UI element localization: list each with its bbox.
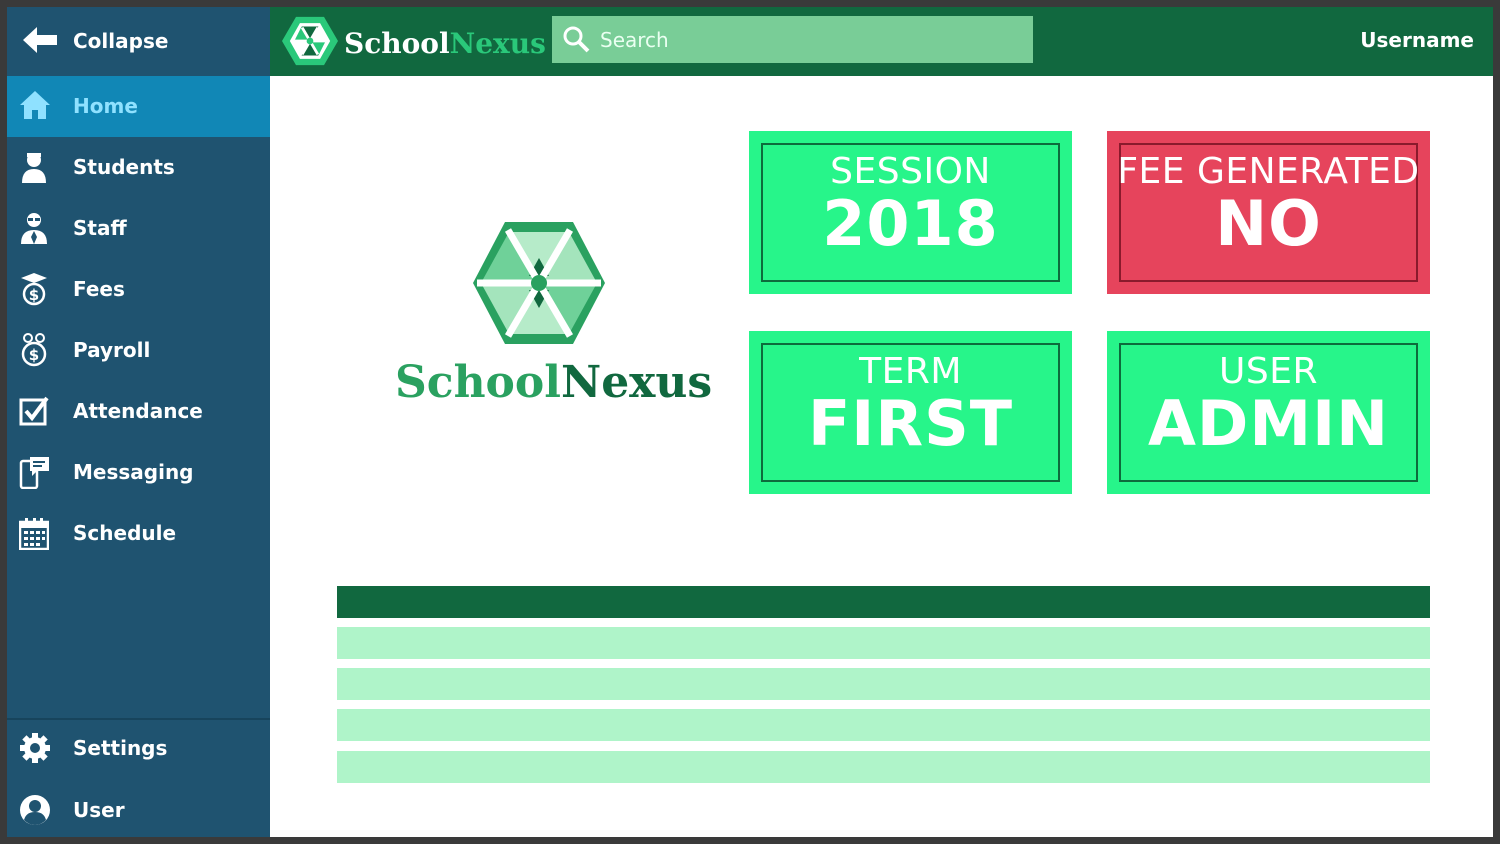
svg-text:$: $ [29, 286, 39, 304]
sidebar-item-messaging[interactable]: Messaging [7, 442, 270, 503]
sidebar-item-attendance[interactable]: Attendance [7, 381, 270, 442]
collapse-label: Collapse [73, 29, 169, 53]
fee-generated-card[interactable]: FEE GENERATED NO [1107, 131, 1430, 294]
table-row[interactable] [337, 627, 1430, 659]
top-bar: SchoolNexus Username [270, 7, 1493, 76]
sidebar-item-label: Students [73, 155, 175, 179]
card-label: FEE GENERATED [1117, 151, 1420, 192]
table-row[interactable] [337, 709, 1430, 741]
sidebar-item-label: Payroll [73, 338, 151, 362]
home-icon [19, 89, 50, 123]
card-value: NO [1215, 187, 1322, 260]
payroll-icon: $ [19, 333, 49, 367]
sidebar: Collapse Home Students Staff $ Fees $ Pa… [7, 7, 270, 837]
arrow-left-icon [23, 27, 59, 57]
sidebar-item-label: Staff [73, 216, 127, 240]
search-bar[interactable] [552, 16, 1033, 63]
sidebar-item-label: Home [73, 94, 138, 118]
sidebar-item-payroll[interactable]: $ Payroll [7, 320, 270, 381]
sidebar-item-label: Attendance [73, 399, 203, 423]
sidebar-item-settings[interactable]: Settings [7, 718, 270, 779]
table-header [337, 586, 1430, 618]
sidebar-item-label: Settings [73, 736, 168, 760]
card-value: ADMIN [1147, 387, 1390, 460]
sidebar-item-label: Fees [73, 277, 125, 301]
brand-logo[interactable]: SchoolNexus [282, 13, 546, 73]
logo-name-nexus: Nexus [560, 357, 713, 408]
search-icon [562, 25, 590, 57]
brand-name-school: School [344, 26, 450, 60]
username-menu[interactable]: Username [1360, 28, 1474, 52]
table-row[interactable] [337, 751, 1430, 783]
sidebar-item-label: Messaging [73, 460, 194, 484]
card-label: USER [1219, 351, 1318, 392]
app-window: Collapse Home Students Staff $ Fees $ Pa… [7, 7, 1493, 837]
session-card[interactable]: SESSION 2018 [749, 131, 1072, 294]
student-icon [19, 150, 49, 184]
table-row[interactable] [337, 668, 1430, 700]
fees-icon: $ [19, 272, 49, 306]
term-card[interactable]: TERM FIRST [749, 331, 1072, 494]
sidebar-item-home[interactable]: Home [7, 76, 270, 137]
card-value: FIRST [807, 387, 1014, 460]
card-value: 2018 [822, 187, 999, 260]
sidebar-item-label: User [73, 798, 125, 822]
sidebar-item-label: Schedule [73, 521, 177, 545]
logo-name-school: School [395, 357, 561, 408]
staff-icon [19, 211, 49, 245]
checkbox-icon [19, 394, 49, 428]
svg-text:$: $ [29, 346, 39, 364]
hexagon-logo-icon [471, 220, 607, 350]
sidebar-item-students[interactable]: Students [7, 137, 270, 198]
collapse-button[interactable]: Collapse [7, 7, 270, 76]
sidebar-item-staff[interactable]: Staff [7, 198, 270, 259]
brand-name-nexus: Nexus [449, 26, 546, 60]
user-icon [19, 793, 50, 827]
hexagon-logo-icon [282, 13, 338, 73]
user-card[interactable]: USER ADMIN [1107, 331, 1430, 494]
chat-phone-icon [19, 455, 49, 490]
card-label: SESSION [830, 151, 991, 192]
gear-icon [19, 731, 50, 765]
search-input[interactable] [600, 24, 1020, 55]
card-label: TERM [859, 351, 962, 392]
calendar-icon [18, 516, 50, 551]
sidebar-item-fees[interactable]: $ Fees [7, 259, 270, 320]
sidebar-item-schedule[interactable]: Schedule [7, 503, 270, 564]
sidebar-item-user[interactable]: User [7, 780, 270, 837]
